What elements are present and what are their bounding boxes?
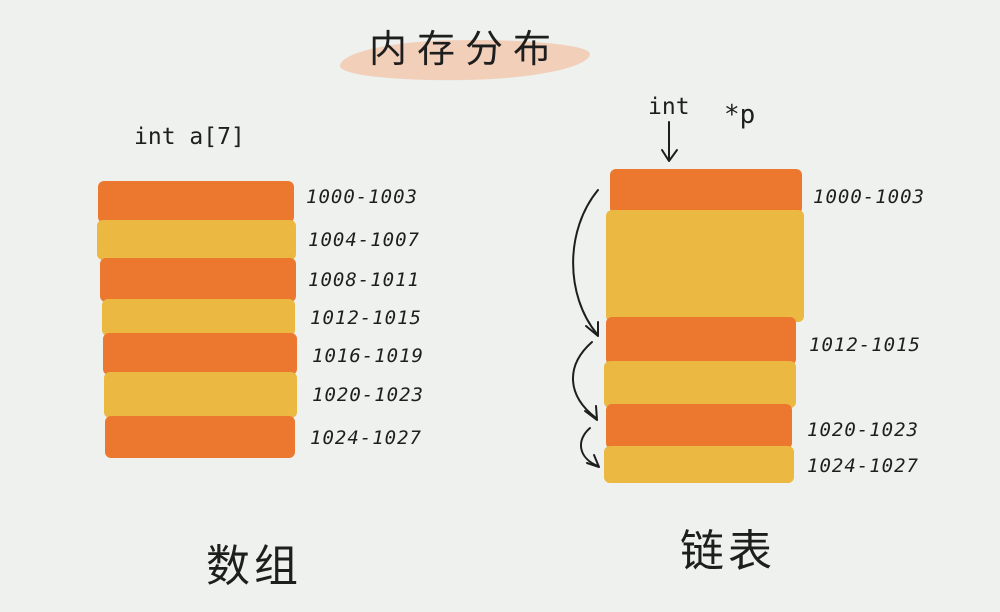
memory-layout-diagram: 内存分布 int a[7] 1000-1003 1004-1007 1008-1… xyxy=(0,0,1000,612)
pointer-arrows xyxy=(572,121,678,468)
next-pointer-arrow-icon xyxy=(572,189,599,335)
next-pointer-arrow-icon xyxy=(572,341,597,419)
